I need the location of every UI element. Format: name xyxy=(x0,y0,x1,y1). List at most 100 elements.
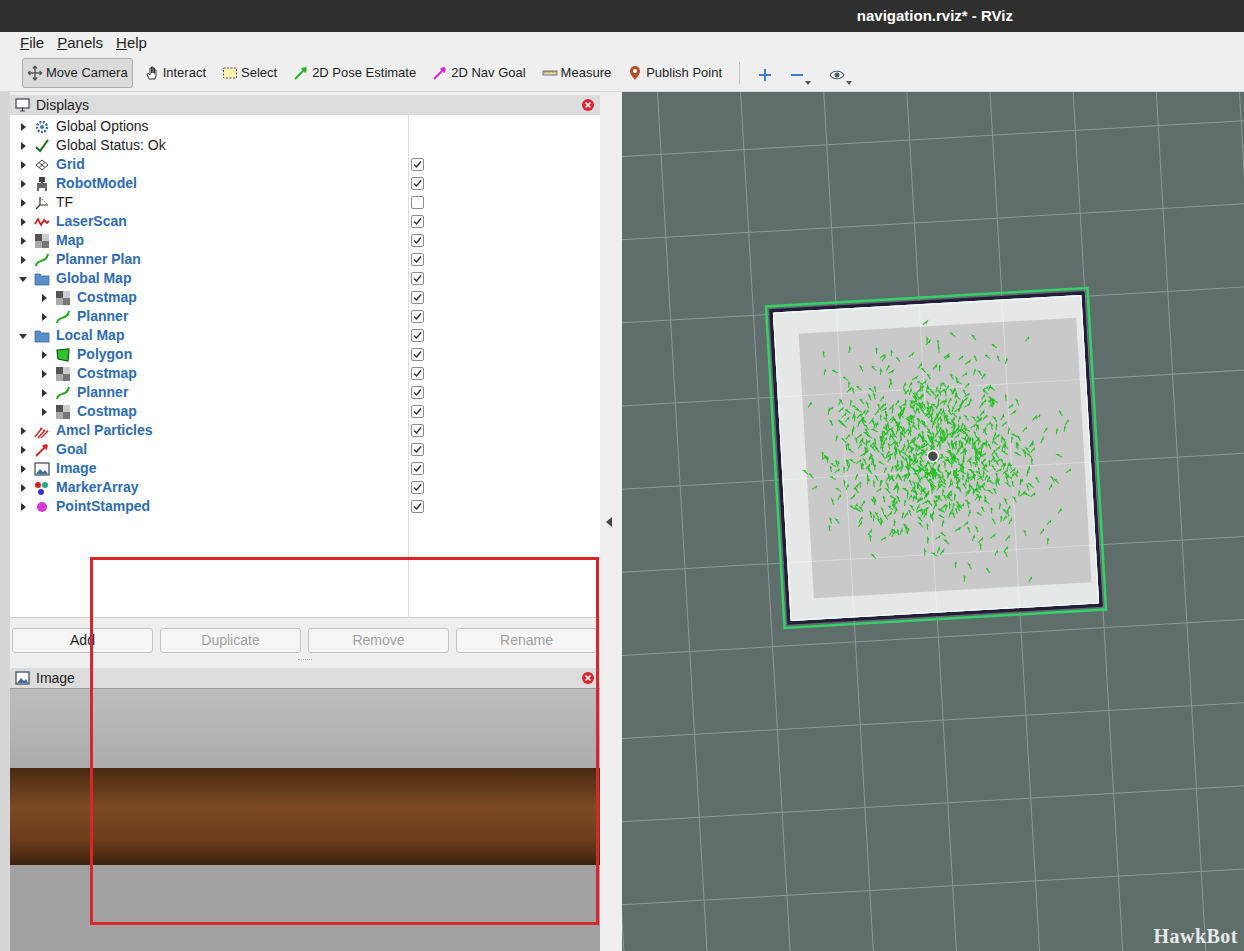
display-row[interactable]: Goal xyxy=(10,440,600,459)
close-icon[interactable] xyxy=(581,671,595,685)
display-checkbox[interactable] xyxy=(411,405,424,418)
collapsed-arrow-icon[interactable] xyxy=(16,500,30,514)
display-row[interactable]: Local Map xyxy=(10,326,600,345)
display-row[interactable]: TF xyxy=(10,193,600,212)
tool-button[interactable]: 2D Nav Goal xyxy=(427,58,530,88)
checkmark-icon xyxy=(412,368,423,379)
collapsed-arrow-icon[interactable] xyxy=(16,253,30,267)
display-checkbox[interactable] xyxy=(411,386,424,399)
display-row[interactable]: Amcl Particles xyxy=(10,421,600,440)
display-checkbox[interactable] xyxy=(411,329,424,342)
collapsed-arrow-icon[interactable] xyxy=(16,139,30,153)
display-row[interactable]: Costmap xyxy=(10,288,600,307)
collapsed-arrow-icon[interactable] xyxy=(16,462,30,476)
collapsed-arrow-icon[interactable] xyxy=(16,177,30,191)
display-checkbox[interactable] xyxy=(411,253,424,266)
display-row[interactable]: RobotModel xyxy=(10,174,600,193)
display-row[interactable]: PointStamped xyxy=(10,497,600,516)
display-checkbox[interactable] xyxy=(411,310,424,323)
amcl-particles xyxy=(796,313,1078,595)
view-control-button[interactable] xyxy=(823,60,858,86)
display-checkbox[interactable] xyxy=(411,177,424,190)
display-checkbox[interactable] xyxy=(411,234,424,247)
display-checkbox[interactable] xyxy=(411,272,424,285)
close-icon[interactable] xyxy=(581,98,595,112)
display-row[interactable]: MarkerArray xyxy=(10,478,600,497)
display-checkbox[interactable] xyxy=(411,462,424,475)
collapsed-arrow-icon[interactable] xyxy=(16,120,30,134)
display-label: Map xyxy=(56,231,84,250)
checkmark-icon xyxy=(412,387,423,398)
display-label: MarkerArray xyxy=(56,478,139,497)
tool-label: Measure xyxy=(561,63,612,83)
display-checkbox[interactable] xyxy=(411,348,424,361)
panel-header[interactable]: Image xyxy=(10,668,600,689)
map-icon xyxy=(55,290,71,306)
display-checkbox[interactable] xyxy=(411,196,424,209)
tool-button[interactable]: Publish Point xyxy=(622,58,727,88)
tool-button[interactable]: Measure xyxy=(537,58,617,88)
robot-marker xyxy=(927,450,939,462)
display-row[interactable]: Costmap xyxy=(10,364,600,383)
display-row[interactable]: Polygon xyxy=(10,345,600,364)
collapsed-arrow-icon[interactable] xyxy=(37,405,51,419)
collapsed-arrow-icon[interactable] xyxy=(16,481,30,495)
tool-button[interactable]: Interact xyxy=(139,58,211,88)
display-checkbox[interactable] xyxy=(411,367,424,380)
collapsed-arrow-icon[interactable] xyxy=(16,215,30,229)
display-row[interactable]: Global Status: Ok xyxy=(10,136,600,155)
tool-button[interactable]: Select xyxy=(217,58,282,88)
dropdown-arrow-icon xyxy=(805,81,811,85)
display-checkbox[interactable] xyxy=(411,158,424,171)
display-row[interactable]: Planner xyxy=(10,307,600,326)
panel-button: Remove xyxy=(308,628,449,653)
panel-button[interactable]: Add xyxy=(12,628,153,653)
menu-item[interactable]: Help xyxy=(116,33,147,53)
collapsed-arrow-icon[interactable] xyxy=(37,310,51,324)
display-row[interactable]: Planner Plan xyxy=(10,250,600,269)
collapsed-arrow-icon[interactable] xyxy=(37,291,51,305)
display-row[interactable]: Global Options xyxy=(10,117,600,136)
panel-header[interactable]: Displays xyxy=(10,95,600,115)
expanded-arrow-icon[interactable] xyxy=(16,329,30,343)
collapsed-arrow-icon[interactable] xyxy=(37,386,51,400)
display-label: Costmap xyxy=(77,402,137,421)
collapsed-arrow-icon[interactable] xyxy=(37,348,51,362)
display-checkbox[interactable] xyxy=(411,443,424,456)
collapsed-arrow-icon[interactable] xyxy=(16,158,30,172)
menu-item[interactable]: File xyxy=(20,33,44,53)
display-row[interactable]: Map xyxy=(10,231,600,250)
display-checkbox[interactable] xyxy=(411,500,424,513)
expanded-arrow-icon[interactable] xyxy=(16,272,30,286)
display-checkbox[interactable] xyxy=(411,424,424,437)
collapsed-arrow-icon[interactable] xyxy=(37,367,51,381)
tool-button[interactable]: Move Camera xyxy=(22,58,133,88)
display-row[interactable]: Planner xyxy=(10,383,600,402)
display-row[interactable]: Costmap xyxy=(10,402,600,421)
display-row[interactable]: LaserScan xyxy=(10,212,600,231)
render-view[interactable] xyxy=(622,92,1244,951)
display-checkbox[interactable] xyxy=(411,215,424,228)
display-row[interactable]: Grid xyxy=(10,155,600,174)
display-row[interactable]: Global Map xyxy=(10,269,600,288)
view-control-button[interactable] xyxy=(784,60,817,86)
laser-scan-icon xyxy=(34,214,50,230)
menu-item[interactable]: Panels xyxy=(57,33,103,53)
select-icon xyxy=(222,65,238,81)
collapsed-arrow-icon[interactable] xyxy=(16,443,30,457)
display-row[interactable]: Image xyxy=(10,459,600,478)
map-pin-icon xyxy=(627,65,643,81)
tool-button[interactable]: 2D Pose Estimate xyxy=(288,58,421,88)
checkmark-icon xyxy=(412,330,423,341)
collapsed-arrow-icon[interactable] xyxy=(16,424,30,438)
splitter-handle[interactable] xyxy=(10,659,600,666)
collapsed-arrow-icon[interactable] xyxy=(16,196,30,210)
tool-label: 2D Nav Goal xyxy=(451,63,525,83)
collapsed-arrow-icon[interactable] xyxy=(16,234,30,248)
display-checkbox[interactable] xyxy=(411,481,424,494)
collapse-arrow-icon[interactable] xyxy=(606,517,612,527)
display-checkbox[interactable] xyxy=(411,291,424,304)
dock-splitter[interactable] xyxy=(600,92,622,951)
render-panel[interactable]: HawkBot xyxy=(622,92,1244,951)
view-control-button[interactable] xyxy=(752,60,778,86)
